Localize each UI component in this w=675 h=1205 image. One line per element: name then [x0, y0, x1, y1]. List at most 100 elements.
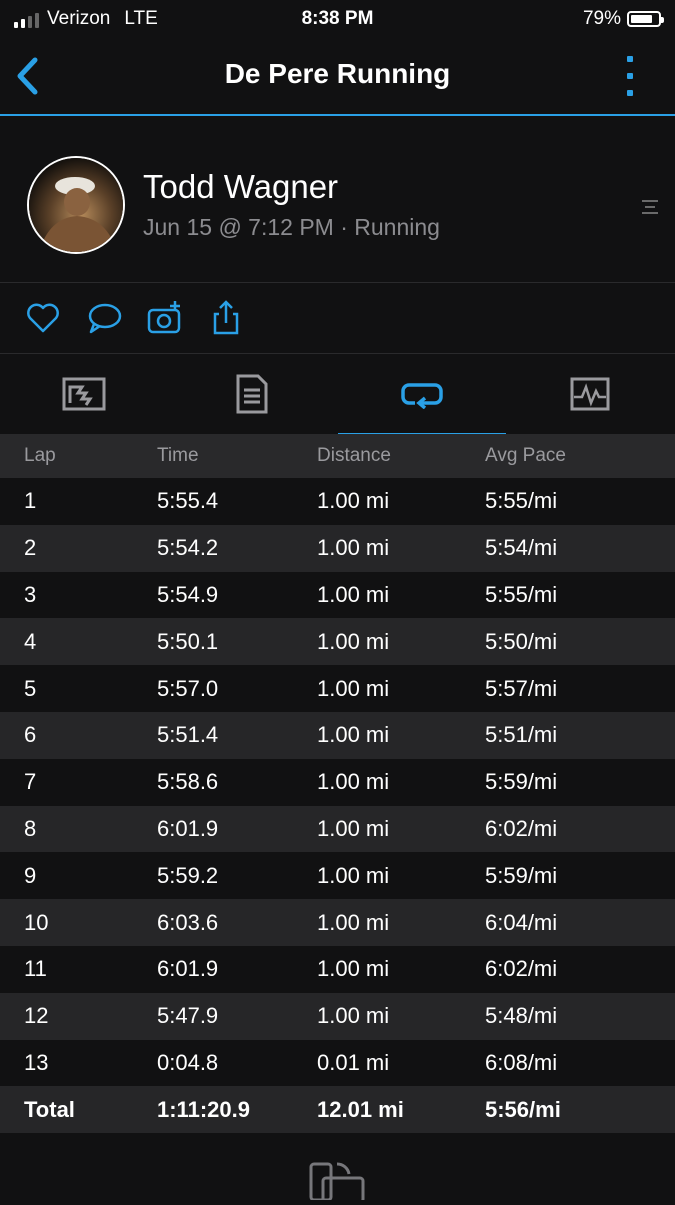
total-avg-pace: 5:56/mi — [485, 1096, 561, 1122]
lap-time: 5:51.4 — [157, 722, 219, 748]
lap-avg-pace: 5:57/mi — [485, 675, 558, 701]
lap-avg-pace: 6:02/mi — [485, 956, 558, 982]
table-row[interactable]: 1 5:55.4 1.00 mi 5:55/mi — [0, 478, 675, 525]
comment-icon — [88, 303, 122, 334]
table-row[interactable]: 11 6:01.9 1.00 mi 6:02/mi — [0, 945, 675, 993]
total-time: 1:11:20.9 — [157, 1096, 250, 1122]
lap-number: 5 — [24, 675, 37, 701]
lap-number: 7 — [24, 769, 37, 795]
tab-laps[interactable] — [338, 354, 506, 436]
lap-avg-pace: 5:54/mi — [485, 535, 558, 561]
activity-meta: Jun 15 @ 7:12 PM · Running — [143, 214, 440, 240]
lap-time: 0:04.8 — [157, 1049, 219, 1075]
add-photo-icon — [147, 301, 181, 334]
table-row[interactable]: 6 5:51.4 1.00 mi 5:51/mi — [0, 711, 675, 759]
lap-time: 5:57.0 — [157, 675, 219, 701]
header-time: Time — [157, 445, 199, 466]
table-row[interactable]: 7 5:58.6 1.00 mi 5:59/mi — [0, 758, 675, 806]
lap-time: 5:47.9 — [157, 1003, 219, 1029]
table-row[interactable]: 9 5:59.2 1.00 mi 5:59/mi — [0, 852, 675, 900]
comment-button[interactable] — [86, 299, 124, 337]
lap-avg-pace: 5:55/mi — [485, 581, 558, 607]
lap-distance: 1.00 mi — [317, 769, 390, 795]
user-name[interactable]: Todd Wagner — [143, 168, 338, 206]
map-icon — [62, 377, 106, 411]
lap-number: 10 — [24, 909, 49, 935]
more-options-button[interactable] — [625, 56, 635, 96]
table-row[interactable]: 13 0:04.8 0.01 mi 6:08/mi — [0, 1039, 675, 1087]
table-row[interactable]: 3 5:54.9 1.00 mi 5:55/mi — [0, 571, 675, 619]
lap-distance: 1.00 mi — [317, 862, 390, 888]
lap-time: 6:03.6 — [157, 909, 219, 935]
filter-icon[interactable] — [639, 196, 661, 218]
page-title: De Pere Running — [224, 58, 451, 89]
lap-avg-pace: 5:55/mi — [485, 488, 558, 514]
lap-distance: 1.00 mi — [317, 488, 390, 514]
tab-charts[interactable] — [506, 354, 674, 434]
tab-details[interactable] — [168, 354, 336, 434]
table-row[interactable]: 4 5:50.1 1.00 mi 5:50/mi — [0, 618, 675, 666]
activity-tabs — [0, 354, 675, 436]
lap-avg-pace: 5:59/mi — [485, 769, 558, 795]
lap-distance: 1.00 mi — [317, 909, 390, 935]
lap-number: 6 — [24, 722, 37, 748]
total-label: Total — [24, 1096, 75, 1122]
lap-time: 6:01.9 — [157, 956, 219, 982]
lap-avg-pace: 6:04/mi — [485, 909, 558, 935]
table-row[interactable]: 10 6:03.6 1.00 mi 6:04/mi — [0, 899, 675, 946]
lap-distance: 1.00 mi — [317, 1003, 390, 1029]
lap-number: 13 — [24, 1049, 49, 1075]
rotate-device-button[interactable] — [307, 1160, 367, 1204]
tab-map[interactable] — [0, 354, 168, 434]
status-bar: Verizon LTE 8:38 PM 79% — [0, 0, 675, 38]
header-distance: Distance — [317, 445, 391, 466]
table-row[interactable]: 5 5:57.0 1.00 mi 5:57/mi — [0, 665, 675, 712]
table-row[interactable]: 2 5:54.2 1.00 mi 5:54/mi — [0, 524, 675, 572]
add-photo-button[interactable] — [146, 299, 184, 337]
battery-icon — [627, 11, 664, 27]
lap-number: 2 — [24, 535, 37, 561]
total-distance: 12.01 mi — [317, 1096, 404, 1122]
battery-percent: 79% — [582, 8, 621, 29]
status-right: 79% — [582, 8, 664, 30]
share-icon — [213, 300, 239, 335]
lap-number: 11 — [24, 956, 47, 982]
lap-number: 3 — [24, 581, 37, 607]
total-row: Total 1:11:20.9 12.01 mi 5:56/mi — [0, 1086, 675, 1134]
header-avg-pace: Avg Pace — [485, 445, 566, 466]
like-button[interactable] — [24, 299, 62, 337]
table-row[interactable]: 12 5:47.9 1.00 mi 5:48/mi — [0, 992, 675, 1040]
lap-avg-pace: 5:48/mi — [485, 1003, 558, 1029]
lap-avg-pace: 5:50/mi — [485, 628, 558, 654]
lap-avg-pace: 5:51/mi — [485, 722, 558, 748]
lap-time: 5:50.1 — [157, 628, 219, 654]
lap-distance: 1.00 mi — [317, 628, 390, 654]
activity-header: Todd Wagner Jun 15 @ 7:12 PM · Running — [0, 116, 675, 283]
lap-avg-pace: 6:08/mi — [485, 1049, 558, 1075]
table-row[interactable]: 8 6:01.9 1.00 mi 6:02/mi — [0, 805, 675, 853]
avatar-image — [29, 158, 123, 252]
share-button[interactable] — [207, 299, 245, 337]
laps-table: Lap Time Distance Avg Pace 1 5:55.4 1.00 m… — [0, 434, 675, 1134]
action-row — [0, 283, 675, 354]
lap-number: 1 — [24, 488, 37, 514]
lap-time: 5:59.2 — [157, 862, 219, 888]
lap-distance: 1.00 mi — [317, 956, 390, 982]
lap-distance: 0.01 mi — [317, 1049, 390, 1075]
rotate-device-icon — [309, 1162, 365, 1204]
lap-distance: 1.00 mi — [317, 675, 390, 701]
status-time: 8:38 PM — [301, 8, 374, 29]
lap-avg-pace: 5:59/mi — [485, 862, 558, 888]
header-lap: Lap — [24, 445, 56, 466]
table-header: Lap Time Distance Avg Pace — [0, 434, 675, 478]
lap-avg-pace: 6:02/mi — [485, 815, 558, 841]
lap-time: 5:54.9 — [157, 581, 219, 607]
lap-number: 4 — [24, 628, 37, 654]
lap-time: 5:54.2 — [157, 535, 219, 561]
lap-number: 12 — [24, 1003, 49, 1029]
details-icon — [236, 374, 268, 414]
chart-icon — [570, 377, 610, 411]
lap-distance: 1.00 mi — [317, 535, 390, 561]
avatar[interactable] — [27, 156, 125, 254]
lap-time: 5:58.6 — [157, 769, 219, 795]
